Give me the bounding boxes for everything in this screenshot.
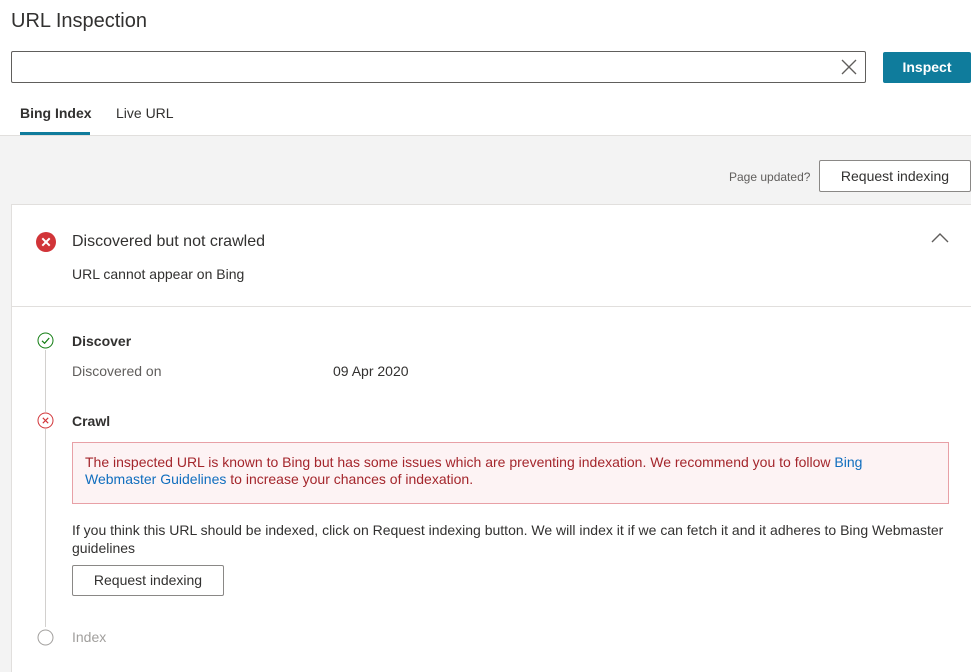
tab-bing-index[interactable]: Bing Index: [20, 105, 92, 121]
error-text-before: The inspected URL is known to Bing but h…: [85, 454, 835, 470]
checkmark-circle-icon: [37, 332, 54, 349]
page-updated-label: Page updated?: [729, 170, 811, 184]
inspect-button[interactable]: Inspect: [883, 52, 971, 83]
error-circle-icon: [36, 232, 56, 252]
header-panel: URL Inspection Inspect Bing Index Live U…: [0, 0, 971, 136]
card-divider: [12, 306, 971, 307]
page-title: URL Inspection: [11, 10, 147, 32]
url-input-box[interactable]: [11, 51, 866, 83]
status-title: Discovered but not crawled: [72, 233, 265, 250]
tab-live-url[interactable]: Live URL: [116, 105, 174, 121]
step-title-discover: Discover: [72, 333, 132, 349]
discovered-on-value: 09 Apr 2020: [333, 363, 409, 379]
error-circle-outline-icon: [37, 412, 54, 429]
crawl-error-message: The inspected URL is known to Bing but h…: [72, 442, 949, 504]
clear-icon[interactable]: [841, 59, 857, 75]
timeline-line: [45, 350, 46, 627]
status-subtitle: URL cannot appear on Bing: [72, 266, 245, 282]
error-text-after: to increase your chances of indexation.: [226, 471, 474, 487]
pending-circle-icon: [37, 629, 54, 646]
url-input[interactable]: [18, 56, 832, 80]
step-title-index: Index: [72, 629, 107, 645]
crawl-request-indexing-button[interactable]: Request indexing: [72, 565, 224, 596]
active-tab-indicator: [20, 132, 90, 135]
inspection-result-card: Discovered but not crawled URL cannot ap…: [11, 204, 971, 672]
step-title-crawl: Crawl: [72, 413, 111, 429]
request-indexing-button[interactable]: Request indexing: [819, 160, 971, 192]
discovered-on-label: Discovered on: [72, 363, 162, 379]
request-indexing-info: If you think this URL should be indexed,…: [72, 522, 944, 556]
chevron-up-icon[interactable]: [931, 232, 949, 244]
